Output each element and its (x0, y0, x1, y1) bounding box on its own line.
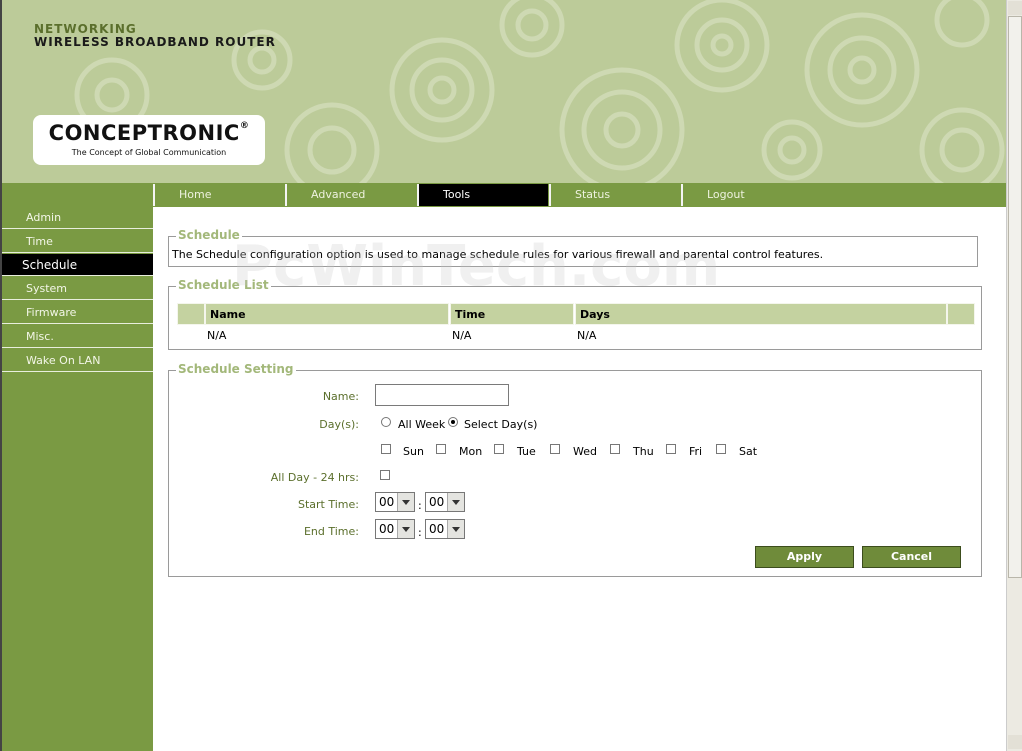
day-checkbox-sat[interactable] (716, 444, 726, 454)
select-days-label: Select Day(s) (464, 418, 538, 431)
schedule-legend: Schedule (176, 228, 242, 242)
schedule-name-input[interactable] (375, 384, 509, 406)
table-cell-days: N/A (577, 329, 597, 342)
end-time-colon: : (418, 526, 422, 539)
table-header-name: Name (205, 303, 449, 325)
table-header-blank-end (947, 303, 975, 325)
schedule-section: Schedule The Schedule configuration opti… (168, 228, 978, 267)
table-cell-name: N/A (207, 329, 227, 342)
chevron-down-icon (447, 493, 464, 511)
scroll-up-arrow-icon[interactable] (1008, 1, 1022, 15)
end-minute-select[interactable]: 00 (425, 519, 465, 539)
allday-label: All Day - 24 hrs: (270, 471, 359, 484)
day-label-sun: Sun (403, 445, 424, 458)
start-time-colon: : (418, 499, 422, 512)
end-minute-value: 00 (429, 522, 445, 536)
days-label: Day(s): (319, 418, 359, 431)
day-checkbox-wed[interactable] (550, 444, 560, 454)
tab-tools[interactable]: Tools (417, 184, 548, 206)
day-label-thu: Thu (633, 445, 654, 458)
schedule-setting-legend: Schedule Setting (176, 362, 296, 376)
top-navigation: Home Advanced Tools Status Logout (2, 183, 1006, 207)
start-minute-value: 00 (429, 495, 445, 509)
start-hour-select[interactable]: 00 (375, 492, 415, 512)
apply-button[interactable]: Apply (755, 546, 854, 568)
brand-networking: NETWORKING (34, 22, 137, 36)
end-hour-value: 00 (379, 522, 395, 536)
sidebar-item-wake-on-lan[interactable]: Wake On LAN (2, 350, 153, 372)
sidebar: Admin Time Schedule System Firmware Misc… (2, 207, 153, 751)
tab-logout[interactable]: Logout (681, 184, 812, 206)
scroll-down-arrow-icon[interactable] (1008, 735, 1022, 749)
day-label-mon: Mon (459, 445, 483, 458)
chevron-down-icon (447, 520, 464, 538)
day-checkbox-thu[interactable] (610, 444, 620, 454)
schedule-list-legend: Schedule List (176, 278, 271, 292)
tab-home[interactable]: Home (153, 184, 284, 206)
all-week-label: All Week (398, 418, 446, 431)
tab-status[interactable]: Status (549, 184, 680, 206)
schedule-setting-section: Schedule Setting Name: Day(s): All Week … (168, 362, 982, 577)
allday-checkbox[interactable] (380, 470, 390, 480)
day-label-fri: Fri (689, 445, 703, 458)
header-banner: NETWORKING WIRELESS BROADBAND ROUTER CON… (2, 0, 1006, 183)
day-checkbox-tue[interactable] (494, 444, 504, 454)
start-time-label: Start Time: (298, 498, 359, 511)
day-label-sat: Sat (739, 445, 758, 458)
day-checkbox-fri[interactable] (666, 444, 676, 454)
table-header-days: Days (575, 303, 947, 325)
chevron-down-icon (397, 493, 414, 511)
conceptronic-logo: CONCEPTRONIC® The Concept of Global Comm… (33, 115, 265, 165)
logo-tagline: The Concept of Global Communication (71, 148, 227, 157)
scrollbar-thumb[interactable] (1008, 16, 1022, 578)
sidebar-item-firmware[interactable]: Firmware (2, 302, 153, 324)
day-label-wed: Wed (573, 445, 597, 458)
sidebar-item-system[interactable]: System (2, 278, 153, 300)
start-hour-value: 00 (379, 495, 395, 509)
chevron-down-icon (397, 520, 414, 538)
all-week-radio[interactable] (381, 417, 391, 427)
cancel-button[interactable]: Cancel (862, 546, 961, 568)
tab-advanced[interactable]: Advanced (285, 184, 416, 206)
vertical-scrollbar[interactable] (1006, 0, 1022, 751)
sidebar-item-schedule[interactable]: Schedule (2, 254, 153, 276)
end-hour-select[interactable]: 00 (375, 519, 415, 539)
logo-wordmark: CONCEPTRONIC (48, 121, 240, 145)
end-time-label: End Time: (303, 525, 359, 538)
router-page: NETWORKING WIRELESS BROADBAND ROUTER CON… (0, 0, 1006, 751)
day-checkbox-sun[interactable] (381, 444, 391, 454)
brand-product-title: WIRELESS BROADBAND ROUTER (34, 35, 276, 49)
sidebar-item-misc[interactable]: Misc. (2, 326, 153, 348)
logo-registered-mark: ® (239, 121, 250, 131)
schedule-description: The Schedule configuration option is use… (172, 248, 824, 261)
sidebar-item-time[interactable]: Time (2, 231, 153, 253)
name-label: Name: (322, 390, 359, 403)
table-cell-time: N/A (452, 329, 472, 342)
day-checkbox-mon[interactable] (436, 444, 446, 454)
table-header-blank (177, 303, 205, 325)
select-days-radio[interactable] (448, 417, 458, 427)
day-label-tue: Tue (517, 445, 536, 458)
sidebar-item-admin[interactable]: Admin (2, 207, 153, 229)
table-header-time: Time (450, 303, 574, 325)
schedule-list-section: Schedule List Name Time Days N/A N/A N/A (168, 278, 982, 350)
start-minute-select[interactable]: 00 (425, 492, 465, 512)
